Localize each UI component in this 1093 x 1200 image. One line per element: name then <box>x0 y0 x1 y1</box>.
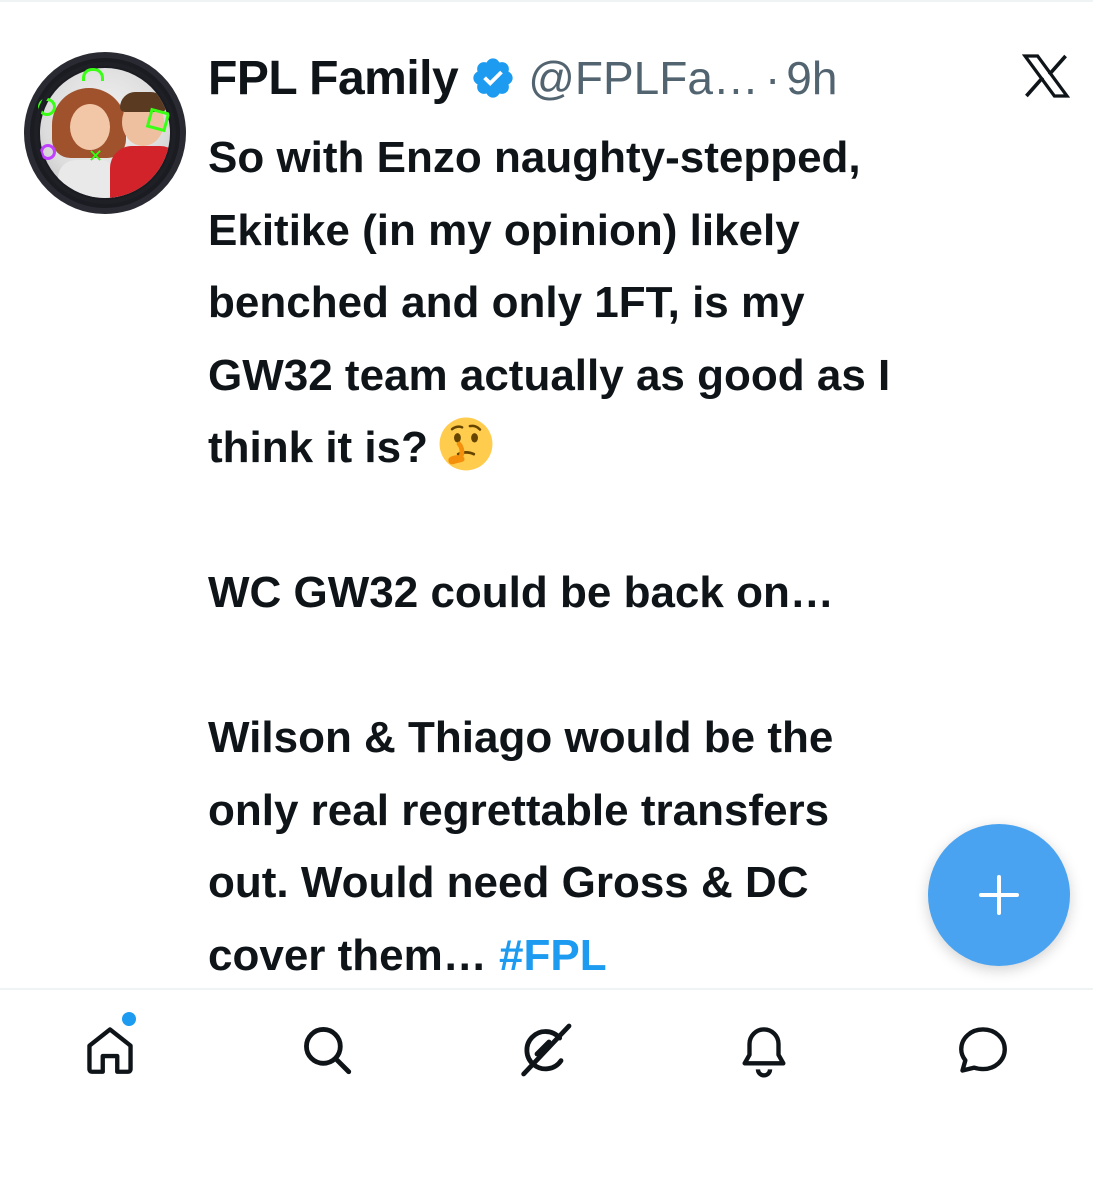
author-name[interactable]: FPL Family <box>208 51 459 106</box>
nav-home[interactable] <box>70 1010 150 1090</box>
tweet-line: think it is? <box>208 423 428 472</box>
avatar[interactable]: ✕ <box>24 52 186 214</box>
timestamp[interactable]: 9h <box>786 51 837 105</box>
tweet-line: WC GW32 could be back on… <box>208 568 834 617</box>
hashtag-link[interactable]: #FPL <box>499 931 607 980</box>
tweet[interactable]: ✕ FPL Family @FPLFa… · 9h So with Enzo n… <box>0 0 1093 988</box>
nav-search[interactable] <box>287 1010 367 1090</box>
author-handle[interactable]: @FPLFa… <box>528 51 759 105</box>
tweet-line: GW32 team actually as good as I <box>208 350 891 400</box>
tweet-header: FPL Family @FPLFa… · 9h <box>208 48 837 108</box>
nav-messages[interactable] <box>943 1010 1023 1090</box>
plus-icon <box>979 875 1019 915</box>
separator-dot: · <box>764 52 781 104</box>
home-notification-dot <box>122 1012 136 1026</box>
tweet-line: Wilson & Thiago would be the <box>208 713 834 762</box>
tweet-line: benched and only 1FT, is my <box>208 278 805 327</box>
nav-grok[interactable] <box>505 1010 585 1090</box>
tweet-line: only real regrettable transfers <box>208 785 830 835</box>
nav-notifications[interactable] <box>724 1010 804 1090</box>
message-icon <box>959 1027 1007 1073</box>
home-icon <box>87 1027 133 1074</box>
thinking-face-icon <box>439 417 493 471</box>
tweet-line-with-emoji: think it is? <box>208 412 1088 485</box>
tweet-line: So with Enzo naughty-stepped, <box>208 133 861 182</box>
bell-icon <box>742 1027 786 1078</box>
bottom-nav <box>0 990 1093 1200</box>
x-logo-icon <box>1022 54 1070 98</box>
grok-icon <box>521 1023 572 1077</box>
verified-badge-icon <box>473 58 513 98</box>
tweet-line: cover them… <box>208 930 487 980</box>
search-icon <box>304 1027 352 1075</box>
tweet-line: Ekitike (in my opinion) likely <box>208 205 800 255</box>
compose-button[interactable] <box>928 824 1070 966</box>
